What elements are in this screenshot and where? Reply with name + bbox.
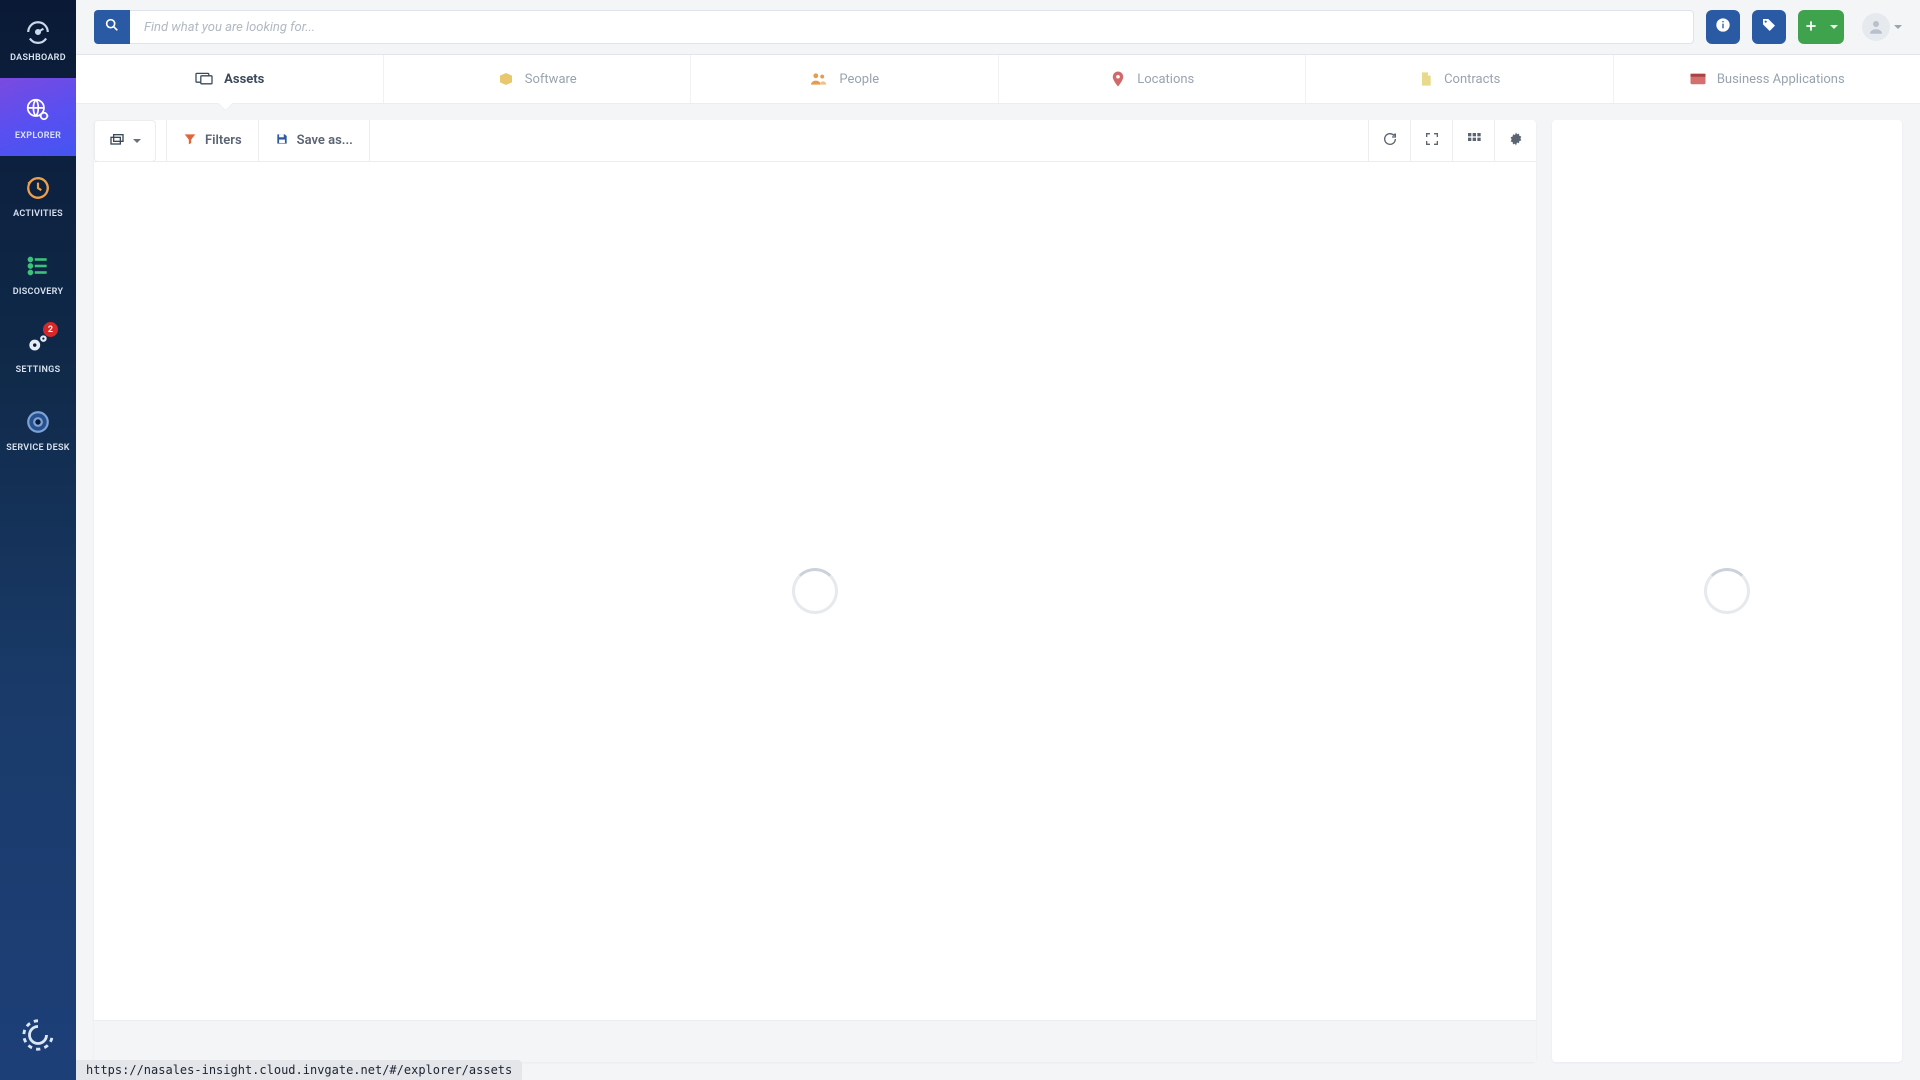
sidenav-label: SERVICE DESK xyxy=(6,443,70,453)
status-url: https://nasales-insight.cloud.invgate.ne… xyxy=(76,1060,522,1080)
box-icon xyxy=(497,71,515,87)
sidenav-activities[interactable]: ACTIVITIES xyxy=(0,156,76,234)
funnel-icon xyxy=(183,132,197,150)
tab-label: Contracts xyxy=(1444,72,1500,87)
main-area: Assets Software People Locations xyxy=(76,0,1920,1080)
category-tabs: Assets Software People Locations xyxy=(76,55,1920,104)
sidenav-label: DISCOVERY xyxy=(13,287,64,297)
plus-icon xyxy=(1804,18,1818,37)
filters-label: Filters xyxy=(205,133,242,148)
document-icon xyxy=(1418,70,1434,88)
view-preset-dropdown[interactable] xyxy=(94,120,156,162)
chevron-down-icon xyxy=(133,139,141,143)
tab-locations[interactable]: Locations xyxy=(999,55,1307,103)
tab-people[interactable]: People xyxy=(691,55,999,103)
tab-business-applications[interactable]: Business Applications xyxy=(1614,55,1920,103)
globe-gear-icon xyxy=(25,97,51,123)
search-button[interactable] xyxy=(94,10,130,44)
tab-label: Software xyxy=(525,72,577,87)
windows-stack-icon xyxy=(109,132,125,151)
refresh-button[interactable] xyxy=(1368,120,1410,161)
notifications-button[interactable] xyxy=(1706,10,1740,44)
topbar-actions xyxy=(1706,10,1902,44)
user-menu[interactable] xyxy=(1862,13,1902,41)
gear-icon xyxy=(1508,131,1524,151)
grid-icon xyxy=(1466,131,1482,151)
sidenav-dashboard[interactable]: DASHBOARD xyxy=(0,0,76,78)
save-as-button[interactable]: Save as... xyxy=(259,120,370,161)
tab-software[interactable]: Software xyxy=(384,55,692,103)
refresh-icon xyxy=(1382,131,1398,151)
tab-label: Business Applications xyxy=(1717,72,1845,87)
tab-label: Assets xyxy=(224,72,264,87)
sidenav-discovery[interactable]: DISCOVERY xyxy=(0,234,76,312)
tags-button[interactable] xyxy=(1752,10,1786,44)
brand-logo xyxy=(0,990,76,1080)
tab-label: People xyxy=(839,72,879,87)
sidenav-label: EXPLORER xyxy=(15,131,61,141)
location-icon xyxy=(1109,70,1127,88)
tag-icon xyxy=(1761,17,1777,37)
sidenav-label: ACTIVITIES xyxy=(13,209,63,219)
sidenav-explorer[interactable]: EXPLORER xyxy=(0,78,76,156)
results-body xyxy=(94,162,1536,1020)
sidenav-label: DASHBOARD xyxy=(10,53,66,63)
sidenav-settings[interactable]: 2 SETTINGS xyxy=(0,312,76,390)
top-bar xyxy=(76,0,1920,55)
tab-label: Locations xyxy=(1137,72,1194,87)
settings-button[interactable] xyxy=(1494,120,1536,161)
search-wrap xyxy=(94,10,1694,44)
details-panel xyxy=(1552,120,1902,1062)
expand-icon xyxy=(1424,131,1440,151)
chevron-down-icon xyxy=(1894,25,1902,29)
gauge-icon xyxy=(25,19,51,45)
fullscreen-button[interactable] xyxy=(1410,120,1452,161)
sidenav-label: SETTINGS xyxy=(16,365,61,375)
history-icon xyxy=(25,175,51,201)
settings-badge: 2 xyxy=(43,322,58,337)
search-input[interactable] xyxy=(130,10,1694,44)
toolbar-left-group: Filters Save as... xyxy=(166,120,370,161)
tab-contracts[interactable]: Contracts xyxy=(1306,55,1614,103)
results-footer xyxy=(94,1020,1536,1062)
details-body xyxy=(1552,120,1902,1062)
loading-spinner-icon xyxy=(1704,568,1750,614)
avatar-icon xyxy=(1862,13,1890,41)
tab-assets[interactable]: Assets xyxy=(76,55,384,103)
filters-button[interactable]: Filters xyxy=(166,120,259,161)
results-toolbar: Filters Save as... xyxy=(94,120,1536,162)
save-as-label: Save as... xyxy=(297,133,353,148)
chevron-down-icon xyxy=(1830,25,1838,29)
sidenav-service-desk[interactable]: SERVICE DESK xyxy=(0,390,76,468)
grid-view-button[interactable] xyxy=(1452,120,1494,161)
list-icon xyxy=(25,253,51,279)
workspace: Filters Save as... xyxy=(76,104,1920,1080)
search-icon xyxy=(104,17,120,37)
side-nav: DASHBOARD EXPLORER ACTIVITIES xyxy=(0,0,76,1080)
info-icon xyxy=(1715,17,1731,37)
monitor-icon xyxy=(194,71,214,87)
save-icon xyxy=(275,132,289,150)
app-window-icon xyxy=(1689,72,1707,86)
results-panel: Filters Save as... xyxy=(94,120,1536,1062)
people-icon xyxy=(809,71,829,87)
loading-spinner-icon xyxy=(792,568,838,614)
lifebuoy-icon xyxy=(25,409,51,435)
add-button[interactable] xyxy=(1798,10,1844,44)
